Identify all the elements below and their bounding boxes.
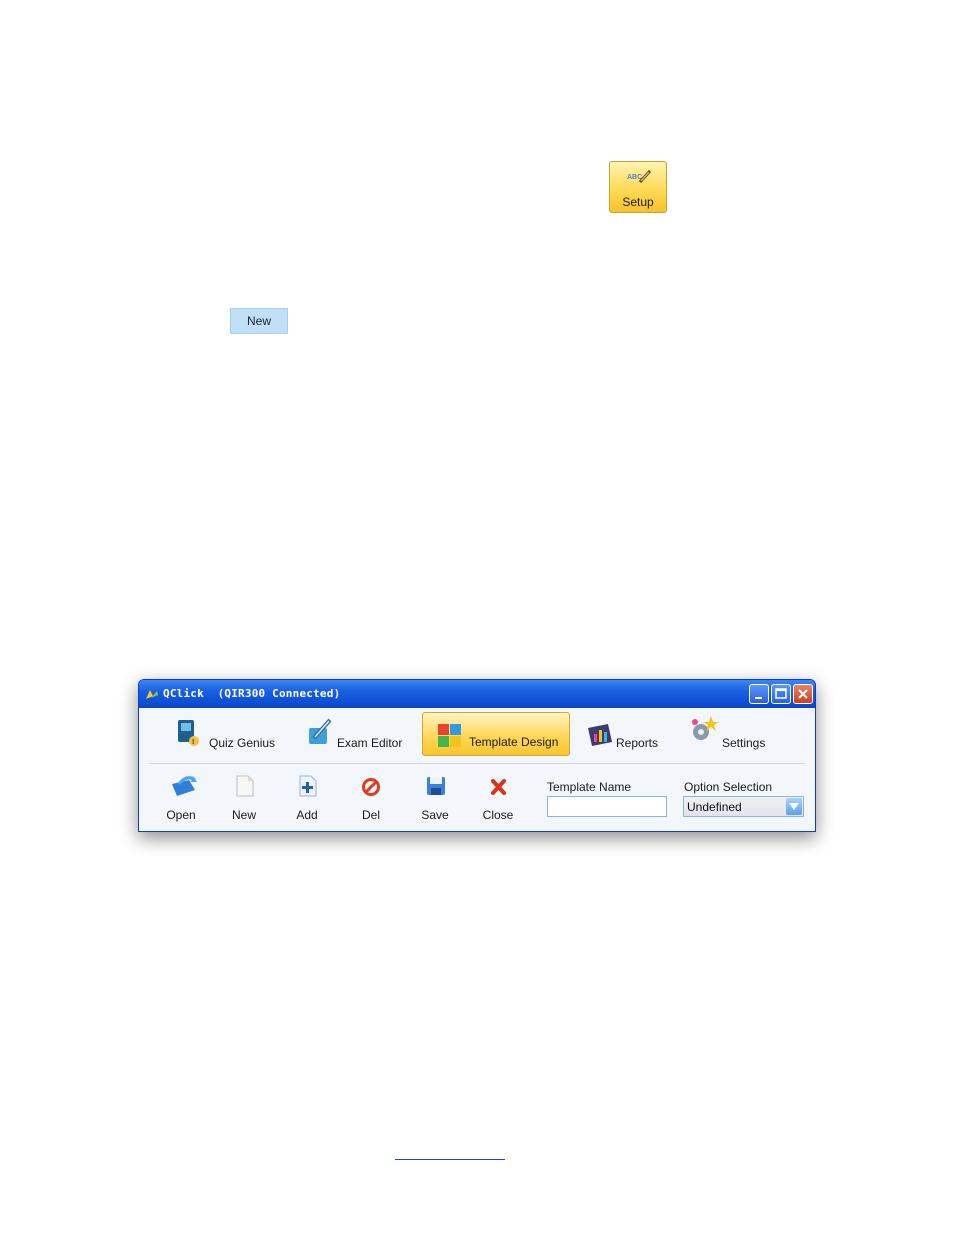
option-selection-label: Option Selection	[684, 780, 773, 794]
new-button-inline[interactable]: New	[230, 308, 288, 334]
close-icon	[798, 689, 808, 699]
close-x-icon	[491, 779, 506, 795]
delete-icon	[362, 778, 380, 796]
tab-quiz-genius[interactable]: ! Quiz Genius	[170, 712, 282, 756]
add-label: Add	[296, 808, 318, 822]
add-icon	[299, 775, 317, 797]
tab-exam-editor-label: Exam Editor	[337, 736, 403, 750]
minimize-icon	[755, 697, 762, 699]
open-label: Open	[166, 808, 196, 822]
template-design-icon	[438, 724, 461, 747]
quiz-genius-icon: !	[178, 720, 199, 746]
open-icon	[172, 776, 197, 796]
minimize-button[interactable]	[749, 684, 769, 704]
chevron-down-icon	[789, 803, 799, 810]
settings-icon	[692, 716, 719, 740]
app-logo-icon	[146, 690, 158, 699]
exam-editor-icon	[309, 718, 332, 744]
option-selection-value: Undefined	[687, 800, 742, 814]
title-bar[interactable]: QClick (QIR300 Connected)	[139, 680, 815, 708]
abc-pencil-icon: ABC	[627, 169, 652, 184]
tab-reports-label: Reports	[616, 736, 659, 750]
close-window-button[interactable]	[793, 684, 813, 704]
save-button[interactable]: Save	[410, 770, 460, 826]
tab-quiz-genius-label: Quiz Genius	[209, 736, 276, 750]
tab-settings-label: Settings	[722, 736, 766, 750]
close-label: Close	[482, 808, 514, 822]
footer-link[interactable]	[395, 1147, 505, 1160]
setup-button-label: Setup	[622, 195, 654, 209]
qclick-window: QClick (QIR300 Connected) ! Quiz Genius	[138, 679, 816, 832]
tab-template-design[interactable]: Template Design	[422, 712, 570, 756]
dropdown-arrow-button[interactable]	[786, 798, 802, 815]
tab-exam-editor[interactable]: Exam Editor	[302, 712, 414, 756]
window-body: ! Quiz Genius Exam Editor Template Desig…	[139, 708, 815, 831]
maximize-icon	[775, 688, 787, 699]
template-name-label: Template Name	[547, 780, 632, 794]
main-tabbar: ! Quiz Genius Exam Editor Template Desig…	[142, 710, 812, 760]
window-title: QClick (QIR300 Connected)	[163, 687, 341, 700]
template-name-input[interactable]	[547, 796, 667, 817]
add-button[interactable]: Add	[282, 770, 332, 826]
tab-reports[interactable]: Reports	[584, 712, 674, 756]
svg-text:!: !	[192, 739, 194, 746]
open-button[interactable]: Open	[156, 770, 206, 826]
tab-settings[interactable]: Settings	[687, 712, 787, 756]
new-document-icon	[236, 775, 254, 797]
reports-icon	[588, 724, 612, 746]
close-button[interactable]: Close	[473, 770, 523, 826]
setup-button[interactable]: ABC Setup	[609, 161, 667, 213]
option-selection-dropdown[interactable]: Undefined	[683, 796, 804, 817]
del-label: Del	[361, 808, 380, 822]
save-label: Save	[421, 808, 449, 822]
new-button[interactable]: New	[219, 770, 269, 826]
save-icon	[427, 777, 445, 795]
delete-button[interactable]: Del	[346, 770, 396, 826]
toolbar-divider	[149, 763, 805, 764]
tab-template-design-label: Template Design	[469, 735, 559, 749]
new-label: New	[231, 808, 256, 822]
maximize-button[interactable]	[771, 684, 791, 704]
